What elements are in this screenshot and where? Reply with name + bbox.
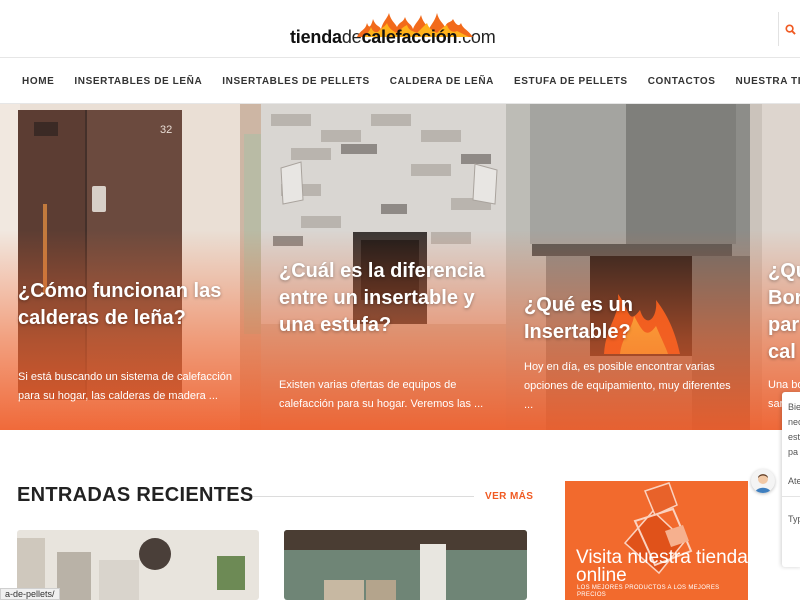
- chat-attend-label: Ate: [788, 476, 800, 486]
- recent-posts-heading: ENTRADAS RECIENTES: [17, 484, 254, 506]
- logo-word-calefaccion: calefacción: [357, 13, 474, 48]
- nav-item-caldera-de-lena[interactable]: CALDERA DE LEÑA: [390, 76, 494, 87]
- site-header: tienda de calefacción .com: [0, 0, 800, 58]
- nav-item-estufa-de-pellets[interactable]: ESTUFA DE PELLETS: [514, 76, 628, 87]
- slide-excerpt: Hoy en día, es posible encontrar varias …: [524, 361, 731, 411]
- online-store-banner[interactable]: Visita nuestra tienda online LOS MEJORES…: [565, 481, 748, 600]
- slide-title[interactable]: ¿Qu Bor par cal: [768, 258, 800, 366]
- search-button[interactable]: [778, 12, 800, 46]
- main-navigation: HOME INSERTABLES DE LEÑA INSERTABLES DE …: [0, 58, 800, 104]
- chat-message-line: est: [788, 432, 800, 442]
- post-thumbnail: [284, 530, 527, 600]
- chat-message-line: nec: [788, 417, 800, 427]
- slide-excerpt: Si está buscando un sistema de calefacci…: [18, 371, 233, 402]
- slide-partial[interactable]: ¿Qu Bor par cal Una bo sar: [750, 104, 800, 430]
- nav-item-tienda-online[interactable]: NUESTRA TIENDA ONLINE: [736, 76, 800, 87]
- slide-que-es-un-insertable[interactable]: ¿Qué es un Insertable? Hoy en día, es po…: [506, 104, 750, 430]
- site-logo[interactable]: tienda de calefacción .com: [290, 13, 496, 48]
- slide-insertable-vs-estufa[interactable]: ¿Cuál es la diferencia entre un insertab…: [261, 104, 506, 430]
- slide-title[interactable]: ¿Cuál es la diferencia entre un insertab…: [279, 258, 492, 339]
- divider: [253, 496, 474, 497]
- stove-model-number: 32: [160, 124, 173, 136]
- banner-headline: Visita nuestra tienda online: [576, 547, 748, 586]
- slide-title[interactable]: ¿Qué es un Insertable?: [524, 292, 736, 346]
- nav-item-contactos[interactable]: CONTACTOS: [648, 76, 716, 87]
- banner-subline: LOS MEJORES PRODUCTOS A LOS MEJORES PREC…: [577, 585, 720, 598]
- chat-message-line: Bie: [788, 402, 800, 412]
- see-more-link[interactable]: VER MÁS: [485, 491, 533, 502]
- chat-agent-avatar[interactable]: [751, 469, 775, 493]
- chat-input[interactable]: Typ: [788, 512, 800, 527]
- agent-avatar-icon: [755, 474, 771, 493]
- chat-widget[interactable]: Bie nec est pa Ate Typ: [782, 392, 800, 567]
- slide-excerpt: Existen varias ofertas de equipos de cal…: [279, 379, 484, 410]
- search-icon: [785, 23, 796, 35]
- link-url-status: a-de-pellets/: [0, 588, 60, 600]
- chat-message-line: pa: [788, 447, 799, 457]
- slide-calderas-de-lena[interactable]: 32 ¿Cómo funcionan las calderas de leña?…: [0, 104, 261, 430]
- nav-item-home[interactable]: HOME: [22, 76, 54, 87]
- logo-word-tienda: tienda: [290, 27, 342, 47]
- slide-title[interactable]: ¿Cómo funcionan las calderas de leña?: [18, 278, 247, 332]
- nav-item-insertables-de-pellets[interactable]: INSERTABLES DE PELLETS: [222, 76, 369, 87]
- featured-posts-slider: 32 ¿Cómo funcionan las calderas de leña?…: [0, 104, 800, 430]
- nav-item-insertables-de-lena[interactable]: INSERTABLES DE LEÑA: [74, 76, 202, 87]
- page: tienda de calefacción .com HOME INSERTAB…: [0, 0, 800, 600]
- recent-post-card[interactable]: [284, 530, 527, 600]
